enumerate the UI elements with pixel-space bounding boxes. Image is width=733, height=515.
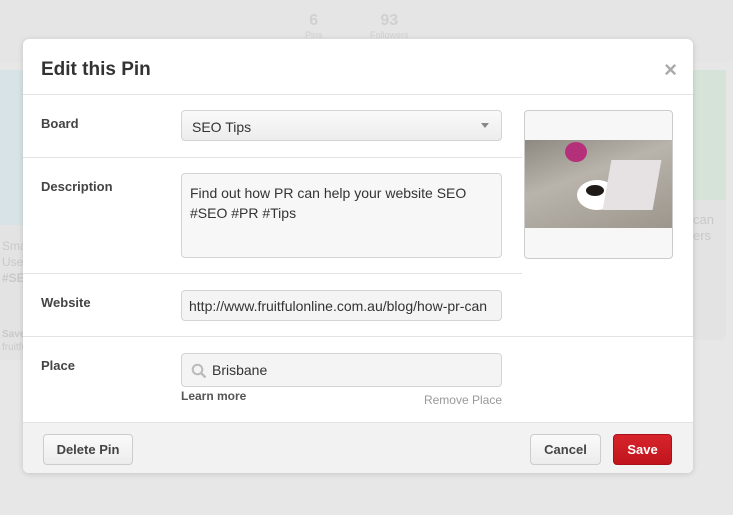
- pin-image-preview: [524, 110, 673, 259]
- magazine: [602, 160, 662, 210]
- dialog-title: Edit this Pin: [41, 59, 151, 80]
- close-icon[interactable]: ×: [664, 57, 677, 83]
- pins-count: 6: [309, 12, 319, 29]
- delete-pin-button[interactable]: Delete Pin: [43, 434, 133, 465]
- board-select[interactable]: SEO Tips: [181, 110, 502, 141]
- followers-count: 93: [380, 12, 399, 29]
- place-label: Place: [41, 358, 75, 373]
- flowers: [565, 142, 587, 162]
- search-icon: [191, 363, 207, 379]
- divider: [23, 157, 522, 158]
- learn-more-link[interactable]: Learn more: [181, 389, 246, 403]
- place-value: Brisbane: [212, 362, 268, 378]
- description-textarea[interactable]: Find out how PR can help your website SE…: [181, 173, 502, 258]
- coffee-cup: [583, 182, 607, 199]
- board-label: Board: [41, 116, 79, 131]
- place-input[interactable]: Brisbane: [181, 353, 502, 387]
- save-button[interactable]: Save: [613, 434, 672, 465]
- divider: [23, 336, 693, 337]
- pins-stat: 6 Pins: [305, 12, 323, 40]
- divider: [23, 94, 693, 95]
- followers-stat: 93 Followers: [370, 12, 409, 40]
- remove-place-link[interactable]: Remove Place: [424, 393, 502, 407]
- website-label: Website: [41, 295, 91, 310]
- text-line: ers: [693, 228, 712, 243]
- edit-pin-dialog: Edit this Pin × Board SEO Tips Descripti…: [23, 39, 693, 473]
- chevron-down-icon: [481, 123, 489, 128]
- board-value: SEO Tips: [192, 119, 252, 135]
- dialog-footer: Delete Pin Cancel Save: [23, 422, 693, 473]
- right-card-text: can ers: [693, 212, 714, 244]
- map-image: [693, 70, 726, 200]
- website-input[interactable]: http://www.fruitfulonline.com.au/blog/ho…: [181, 290, 502, 321]
- divider: [23, 273, 522, 274]
- text-line: can: [693, 212, 714, 227]
- description-label: Description: [41, 179, 113, 194]
- pin-photo: [525, 140, 672, 228]
- cancel-button[interactable]: Cancel: [530, 434, 601, 465]
- background-pin-card-right: [693, 70, 726, 340]
